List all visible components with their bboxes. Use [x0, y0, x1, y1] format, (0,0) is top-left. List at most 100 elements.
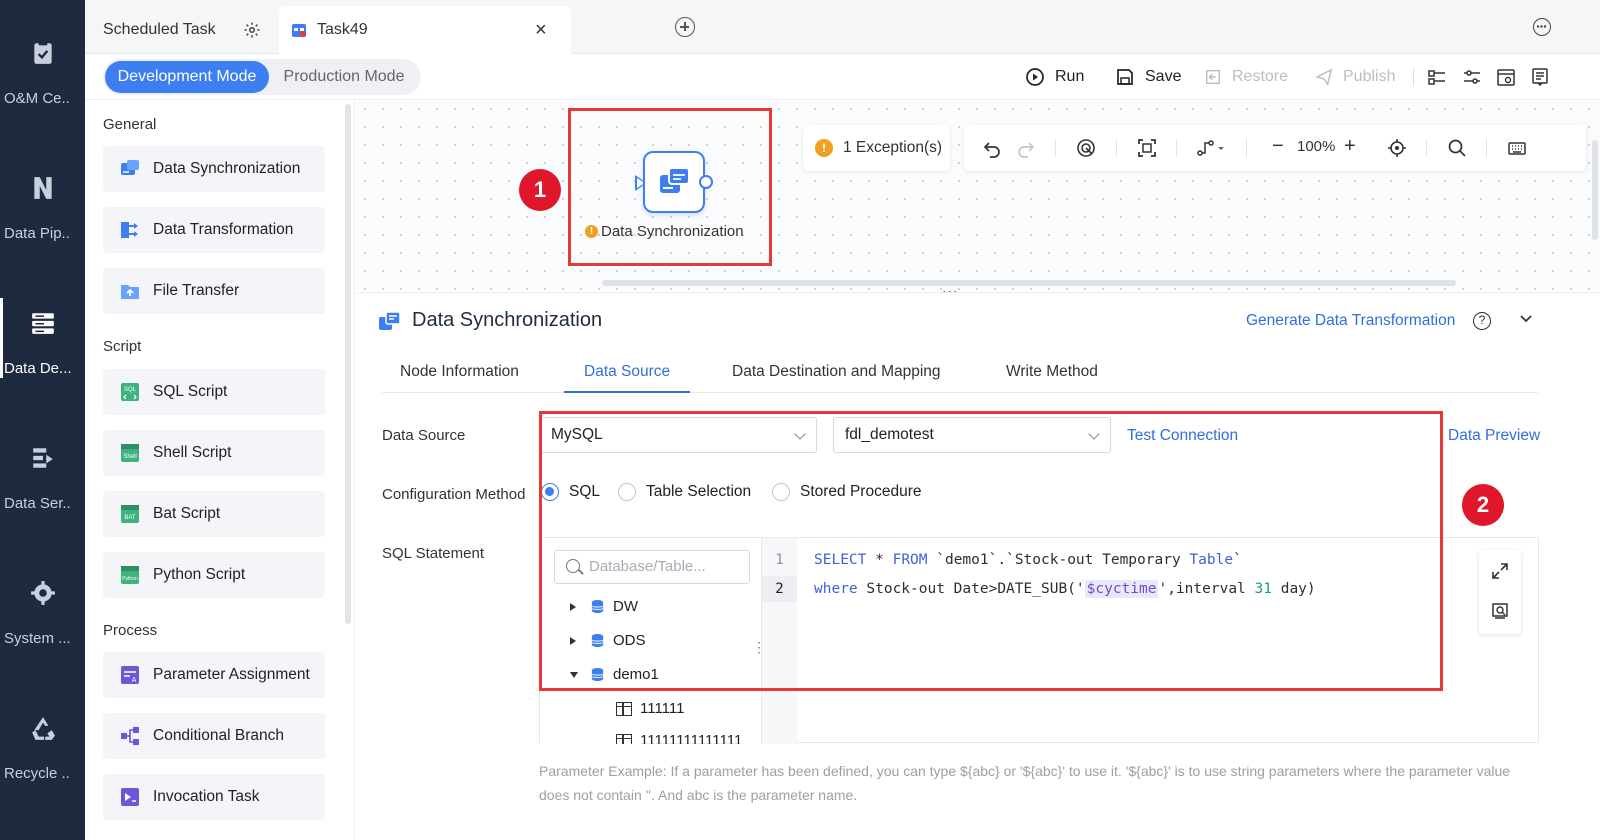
- locate-icon[interactable]: [1387, 138, 1407, 158]
- fit-view-icon[interactable]: [1137, 138, 1157, 158]
- more-icon[interactable]: [1533, 18, 1551, 36]
- chevron-down-icon[interactable]: [1518, 311, 1534, 327]
- svg-text:Shell: Shell: [123, 454, 136, 460]
- server-stack-icon: [32, 313, 54, 334]
- parameter-hint: Parameter Example: If a parameter has be…: [539, 763, 1511, 803]
- undo-icon[interactable]: [982, 138, 1002, 158]
- tab-bar: Scheduled Task Task49 ×: [85, 0, 1600, 54]
- redo-icon[interactable]: [1016, 138, 1036, 158]
- canvas-vertical-scrollbar[interactable]: [1592, 140, 1598, 240]
- calendar-settings-icon[interactable]: [1496, 67, 1516, 87]
- toolbar-divider: [1176, 139, 1177, 157]
- shell-script-icon: Shell: [121, 444, 139, 462]
- settings-sliders-icon[interactable]: [1462, 67, 1482, 87]
- add-tab-icon[interactable]: [675, 17, 695, 37]
- palette-item-parameter-assignment[interactable]: A Parameter Assignment: [103, 652, 325, 698]
- canvas-toolbar: − 100% +: [964, 125, 1586, 171]
- tab-node-information[interactable]: Node Information: [400, 363, 519, 381]
- palette-item-shell-script[interactable]: Shell Shell Script: [103, 430, 325, 476]
- invocation-task-icon: [121, 788, 139, 806]
- rail-item-data-pipeline[interactable]: Data Pip..: [0, 175, 85, 285]
- data-sync-node[interactable]: [643, 151, 705, 213]
- workflow-canvas[interactable]: ! Data Synchronization 1 ! 1 Exception(s…: [356, 100, 1600, 290]
- mode-bar: Development Mode Production Mode Run Sav…: [85, 54, 1600, 100]
- save-button[interactable]: Save: [1115, 64, 1181, 90]
- node-palette: General Data Synchronization Data Transf…: [85, 100, 355, 840]
- palette-scrollbar[interactable]: [345, 104, 351, 624]
- rail-item-system[interactable]: System ...: [0, 580, 85, 690]
- zoom-in-icon[interactable]: +: [1344, 135, 1356, 157]
- sql-script-icon: SQL: [121, 383, 139, 401]
- keyboard-icon[interactable]: [1507, 138, 1527, 158]
- expand-icon[interactable]: [1491, 562, 1509, 580]
- highlight-box-node: ! Data Synchronization: [568, 108, 772, 266]
- publish-button[interactable]: Publish: [1315, 64, 1395, 90]
- rail-item-om-center[interactable]: O&M Ce..: [0, 40, 85, 150]
- python-script-icon: Python: [121, 566, 139, 584]
- run-button[interactable]: Run: [1025, 64, 1084, 90]
- production-mode-button[interactable]: Production Mode: [271, 61, 417, 93]
- rail-item-data-development[interactable]: Data De...: [0, 298, 85, 420]
- palette-item-python-script[interactable]: Python Python Script: [103, 552, 325, 598]
- palette-item-label: Bat Script: [153, 505, 221, 522]
- toolbar-divider: [1116, 139, 1117, 157]
- gear-icon: [31, 581, 55, 605]
- lineage-icon[interactable]: [1427, 67, 1447, 87]
- task-calendar-icon: [292, 24, 306, 37]
- publish-label: Publish: [1343, 68, 1396, 85]
- gear-icon[interactable]: [243, 21, 261, 39]
- palette-item-file-transfer[interactable]: File Transfer: [103, 268, 325, 314]
- configuration-method-label: Configuration Method: [382, 486, 526, 503]
- tab-data-destination-mapping[interactable]: Data Destination and Mapping: [732, 363, 941, 381]
- palette-item-label: Conditional Branch: [153, 727, 284, 744]
- table-icon: [616, 733, 632, 744]
- pipeline-icon: [34, 177, 52, 199]
- restore-button[interactable]: Restore: [1204, 64, 1288, 90]
- data-sync-icon: [379, 311, 401, 330]
- palette-item-label: Python Script: [153, 566, 246, 583]
- palette-item-sql-script[interactable]: SQL SQL Script: [103, 369, 325, 415]
- tab-data-source[interactable]: Data Source: [584, 363, 670, 381]
- development-mode-button[interactable]: Development Mode: [105, 61, 269, 93]
- warning-icon: !: [585, 225, 598, 238]
- help-icon[interactable]: ?: [1473, 312, 1491, 330]
- auto-layout-icon[interactable]: [1076, 138, 1096, 158]
- search-icon[interactable]: [1447, 138, 1467, 158]
- rail-label: Data Pip..: [4, 225, 70, 242]
- data-sync-icon: [121, 160, 139, 175]
- data-source-label: Data Source: [382, 427, 466, 444]
- node-output-port[interactable]: [699, 175, 713, 189]
- palette-item-conditional-branch[interactable]: Conditional Branch: [103, 713, 325, 759]
- tree-node-table-11111111111111[interactable]: 11111111111111: [616, 732, 742, 744]
- data-preview-link[interactable]: Data Preview: [1448, 427, 1540, 445]
- tab-write-method[interactable]: Write Method: [1006, 363, 1098, 381]
- log-icon[interactable]: [1530, 67, 1550, 87]
- toolbar-divider: [1246, 139, 1247, 157]
- close-icon[interactable]: ×: [535, 19, 547, 42]
- exceptions-button[interactable]: ! 1 Exception(s): [803, 125, 950, 171]
- format-preview-icon[interactable]: [1491, 602, 1509, 620]
- generate-data-transformation-link[interactable]: Generate Data Transformation: [1246, 312, 1455, 330]
- canvas-horizontal-scrollbar[interactable]: [602, 280, 1456, 286]
- tab-scheduled-task[interactable]: Scheduled Task: [103, 6, 279, 54]
- palette-item-invocation-task[interactable]: Invocation Task: [103, 774, 325, 820]
- palette-item-bat-script[interactable]: BAT Bat Script: [103, 491, 325, 537]
- exceptions-label: 1 Exception(s): [843, 139, 943, 156]
- table-icon: [616, 701, 632, 716]
- play-icon: [1026, 68, 1044, 86]
- zoom-out-icon[interactable]: −: [1272, 135, 1284, 157]
- app-root: O&M Ce.. Data Pip.. Data De... Data Ser.…: [0, 0, 1600, 840]
- palette-item-label: Parameter Assignment: [153, 666, 310, 683]
- palette-group-process: Process: [103, 622, 158, 639]
- rail-item-recycle[interactable]: Recycle ..: [0, 715, 85, 825]
- tree-node-table-111111[interactable]: 111111: [616, 700, 685, 717]
- toolbar-divider: [1055, 139, 1056, 157]
- rail-item-data-service[interactable]: Data Ser..: [0, 445, 85, 555]
- save-label: Save: [1145, 68, 1182, 85]
- data-service-icon: [33, 448, 53, 468]
- sql-statement-label: SQL Statement: [382, 545, 484, 562]
- tab-task49[interactable]: Task49 ×: [279, 6, 571, 54]
- palette-item-data-transformation[interactable]: Data Transformation: [103, 207, 325, 253]
- palette-item-data-synchronization[interactable]: Data Synchronization: [103, 146, 325, 192]
- connector-style-icon[interactable]: [1196, 138, 1226, 158]
